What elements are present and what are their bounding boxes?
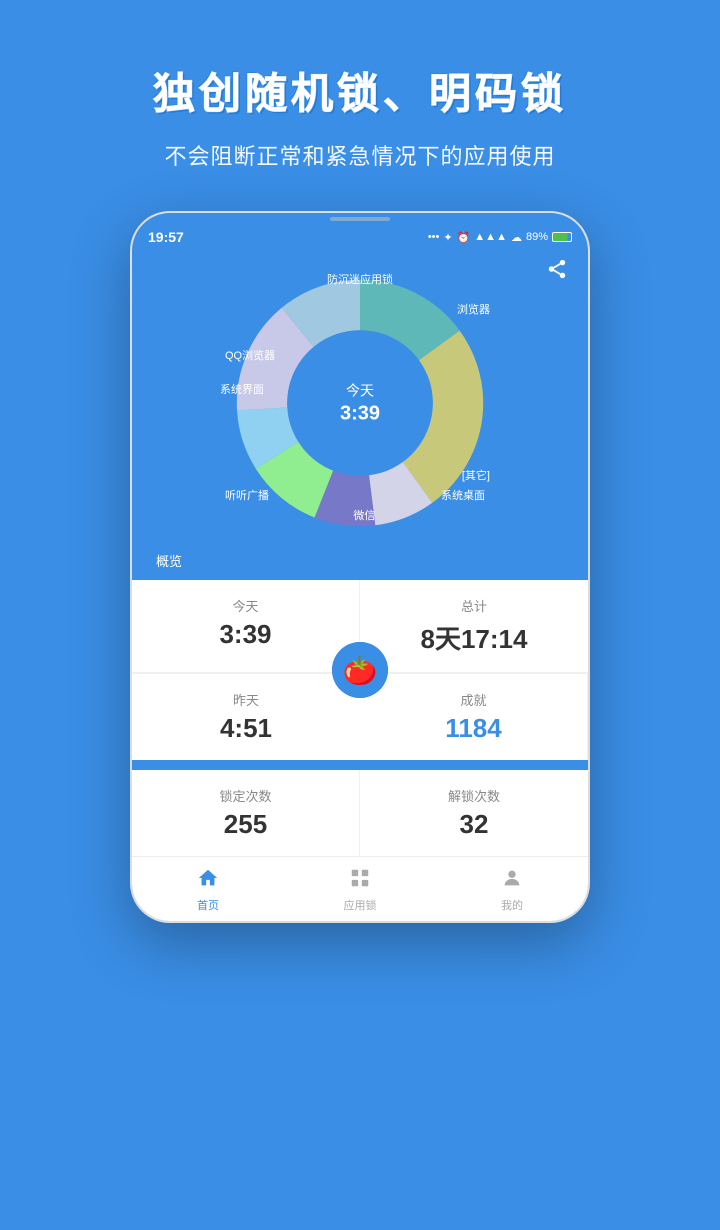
nav-home-label: 首页 <box>197 897 219 913</box>
unlock-count-label: 解锁次数 <box>380 786 568 805</box>
battery-text: 89% <box>526 231 548 243</box>
nav-applock-label: 应用锁 <box>344 897 377 913</box>
status-dots: ••• <box>428 231 440 243</box>
stat-yesterday: 昨天 4:51 <box>132 673 360 760</box>
header-section: 独创随机锁、明码锁 不会阻断正常和紧急情况下的应用使用 <box>0 0 720 201</box>
lock-count-value: 255 <box>152 809 339 840</box>
status-icons: ••• ✦ ⏰ ▲▲▲ ☁ 89% <box>428 231 572 244</box>
nav-mine[interactable]: 我的 <box>436 857 588 921</box>
wifi-icon: ☁ <box>511 231 522 244</box>
home-icon <box>197 867 219 895</box>
alarm-icon: ⏰ <box>457 231 471 244</box>
grid-icon <box>349 867 371 895</box>
person-icon <box>501 867 523 895</box>
stat-achievement-label: 成就 <box>380 690 567 709</box>
stat-achievement: 成就 1184 <box>360 673 588 760</box>
main-title: 独创随机锁、明码锁 <box>40 60 680 121</box>
donut-today-label: 今天 <box>340 381 380 401</box>
bluetooth-icon: ✦ <box>443 231 452 244</box>
lock-count-label: 锁定次数 <box>152 786 339 805</box>
unlock-count-cell: 解锁次数 32 <box>360 770 588 856</box>
status-bar: 19:57 ••• ✦ ⏰ ▲▲▲ ☁ 89% <box>132 221 588 253</box>
donut-chart-wrapper: 今天 3:39 防沉迷应用锁 浏览器 [其它] 系统桌面 微信 听听广播 系统界… <box>220 263 500 543</box>
page-background: 独创随机锁、明码锁 不会阻断正常和紧急情况下的应用使用 19:57 ••• ✦ … <box>0 0 720 1230</box>
stat-total-label: 总计 <box>380 596 568 615</box>
bottom-nav: 首页 应用锁 <box>132 856 588 921</box>
phone-mockup: 19:57 ••• ✦ ⏰ ▲▲▲ ☁ 89% <box>130 211 590 923</box>
nav-applock[interactable]: 应用锁 <box>284 857 436 921</box>
stat-achievement-value: 1184 <box>380 713 567 744</box>
stat-total-value: 8天17:14 <box>380 619 568 656</box>
lock-stats: 锁定次数 255 解锁次数 32 <box>132 770 588 856</box>
donut-center-text: 今天 3:39 <box>340 381 380 426</box>
nav-home[interactable]: 首页 <box>132 857 284 921</box>
stat-yesterday-value: 4:51 <box>152 713 340 744</box>
donut-today-time: 3:39 <box>340 403 380 426</box>
lock-count-cell: 锁定次数 255 <box>132 770 360 856</box>
stat-today: 今天 3:39 <box>132 580 360 673</box>
tomato-button[interactable]: 🍅 <box>332 642 388 698</box>
subtitle: 不会阻断正常和紧急情况下的应用使用 <box>40 139 680 171</box>
overview-label: 概览 <box>152 543 568 580</box>
stat-today-label: 今天 <box>152 596 339 615</box>
battery-icon <box>552 232 572 242</box>
speaker-bar <box>330 217 390 221</box>
nav-mine-label: 我的 <box>501 897 523 913</box>
stat-total: 总计 8天17:14 <box>360 580 588 673</box>
stat-today-value: 3:39 <box>152 619 339 650</box>
phone-content: 今天 3:39 防沉迷应用锁 浏览器 [其它] 系统桌面 微信 听听广播 系统界… <box>132 253 588 921</box>
stats-grid: 今天 3:39 总计 8天17:14 🍅 昨天 4: <box>132 580 588 760</box>
stat-yesterday-label: 昨天 <box>152 690 340 709</box>
share-icon[interactable] <box>546 258 568 285</box>
signal-icon: ▲▲▲ <box>474 231 507 243</box>
phone-mockup-container: 19:57 ••• ✦ ⏰ ▲▲▲ ☁ 89% <box>0 211 720 923</box>
chart-area: 今天 3:39 防沉迷应用锁 浏览器 [其它] 系统桌面 微信 听听广播 系统界… <box>132 253 588 580</box>
unlock-count-value: 32 <box>380 809 568 840</box>
phone-speaker <box>132 213 588 221</box>
status-time: 19:57 <box>148 229 184 245</box>
